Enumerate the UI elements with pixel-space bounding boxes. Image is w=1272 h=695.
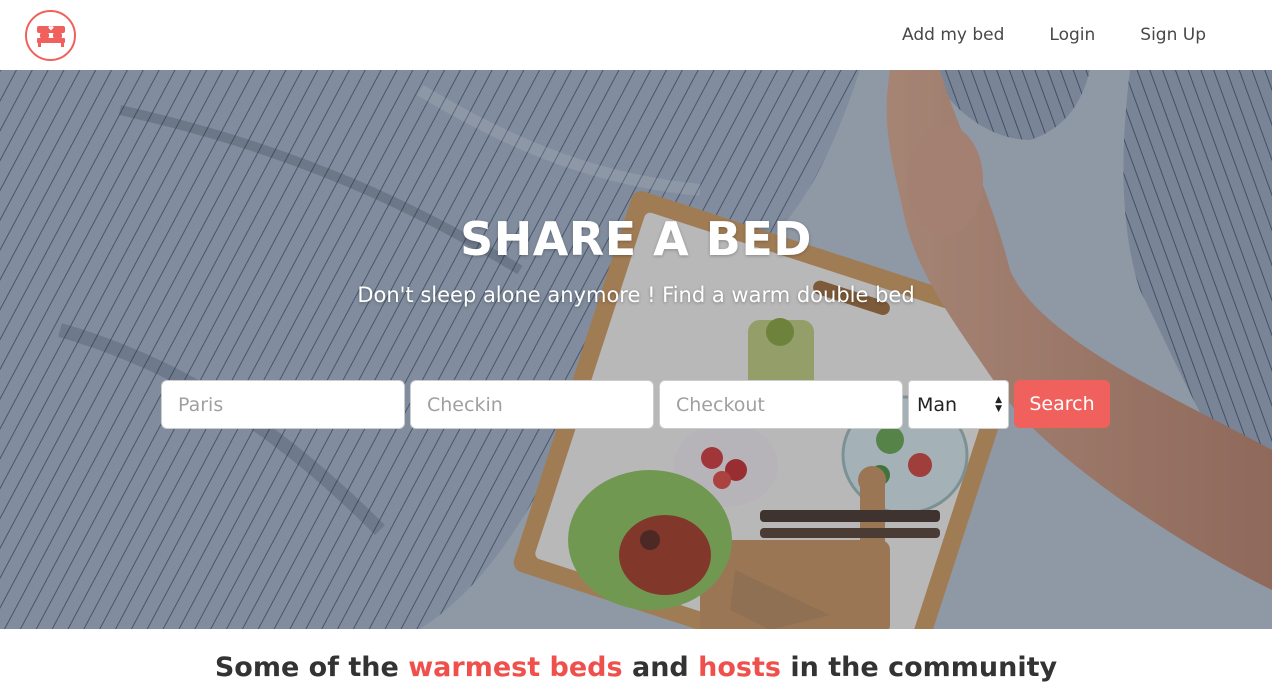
select-arrows-icon: ▲ ▼ xyxy=(995,394,1002,414)
nav-links: Add my bed Login Sign Up xyxy=(902,0,1206,70)
gender-select[interactable]: Man ▲ ▼ xyxy=(908,380,1009,429)
hero-overlay xyxy=(0,70,1272,629)
checkout-input[interactable] xyxy=(659,380,903,429)
checkin-input[interactable] xyxy=(410,380,654,429)
search-button[interactable]: Search xyxy=(1014,380,1110,428)
heading-accent-beds: warmest beds xyxy=(408,652,623,683)
city-input[interactable] xyxy=(161,380,405,429)
hero-subtitle: Don't sleep alone anymore ! Find a warm … xyxy=(357,283,915,307)
add-my-bed-link[interactable]: Add my bed xyxy=(902,25,1004,45)
hero-title: SHARE A BED xyxy=(460,212,812,266)
sign-up-link[interactable]: Sign Up xyxy=(1140,25,1206,45)
logo[interactable] xyxy=(25,10,76,61)
hero-banner: SHARE A BED Don't sleep alone anymore ! … xyxy=(0,70,1272,629)
heading-part-5: in the community xyxy=(780,652,1058,683)
heading-part-3: and xyxy=(622,652,699,683)
heading-accent-hosts: hosts xyxy=(698,652,781,683)
login-link[interactable]: Login xyxy=(1049,25,1095,45)
navbar: Add my bed Login Sign Up xyxy=(0,0,1272,70)
search-form: Man ▲▼ Search xyxy=(161,380,1110,429)
bed-icon xyxy=(36,25,65,47)
community-heading: Some of the warmest beds and hosts in th… xyxy=(0,652,1272,683)
heading-part-1: Some of the xyxy=(214,652,409,683)
gender-select-value: Man xyxy=(917,393,958,416)
